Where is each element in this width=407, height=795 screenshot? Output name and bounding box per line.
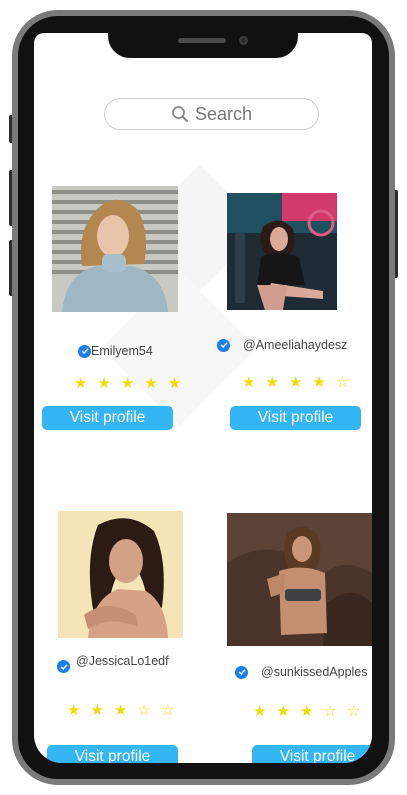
- star-empty-icon: ☆: [323, 703, 337, 720]
- username[interactable]: @sunkissedApples: [261, 665, 368, 679]
- profile-photo[interactable]: [227, 193, 337, 310]
- star-empty-icon: ☆: [346, 703, 361, 720]
- star-filled-icon: ★: [90, 702, 104, 719]
- star-filled-icon: ★: [67, 702, 81, 719]
- star-filled-icon: ★: [120, 375, 135, 392]
- star-rating: ★ ★ ★ ☆ ☆: [67, 703, 174, 718]
- phone-notch: [108, 28, 298, 58]
- username[interactable]: @Ameeliahaydesz: [243, 338, 347, 352]
- username-row: Emilyem54: [78, 344, 153, 358]
- star-filled-icon: ★: [312, 374, 326, 391]
- verified-badge-icon: [235, 665, 248, 679]
- app-mockup: Search Emilyem54 ★ ★ ★ ★ ★ Visit profile: [0, 0, 407, 795]
- verified-badge-icon: [57, 660, 70, 673]
- star-filled-icon: ★: [253, 703, 267, 720]
- star-rating: ★ ★ ★ ★ ☆: [242, 375, 349, 390]
- star-filled-icon: ★: [97, 375, 111, 392]
- profile-photo[interactable]: [227, 513, 372, 646]
- star-empty-icon: ☆: [137, 702, 151, 719]
- star-filled-icon: ★: [265, 374, 279, 391]
- username[interactable]: Emilyem54: [91, 344, 153, 358]
- star-filled-icon: ★: [113, 702, 128, 719]
- star-rating: ★ ★ ★ ☆ ☆: [253, 704, 360, 719]
- username-row: @Ameeliahaydesz: [217, 338, 347, 352]
- search-placeholder: Search: [194, 103, 253, 124]
- star-filled-icon: ★: [74, 375, 88, 392]
- profile-photo[interactable]: [52, 186, 178, 312]
- star-rating: ★ ★ ★ ★ ★: [74, 376, 181, 391]
- app-screen: Search Emilyem54 ★ ★ ★ ★ ★ Visit profile: [34, 33, 372, 763]
- visit-profile-button[interactable]: Visit profile: [230, 406, 361, 430]
- front-camera: [239, 36, 248, 45]
- star-filled-icon: ★: [167, 375, 182, 392]
- verified-badge-icon: [217, 338, 230, 352]
- username-row: @JessicaLo1edf: [57, 654, 169, 673]
- profile-photo[interactable]: [58, 511, 183, 638]
- visit-profile-button[interactable]: Visit profile: [252, 745, 372, 763]
- star-filled-icon: ★: [299, 703, 314, 720]
- username[interactable]: @JessicaLo1edf: [76, 654, 169, 668]
- verified-badge-icon: [78, 344, 91, 358]
- visit-profile-button[interactable]: Visit profile: [47, 745, 178, 763]
- star-filled-icon: ★: [276, 703, 290, 720]
- star-empty-icon: ☆: [160, 702, 175, 719]
- search-bar[interactable]: Search: [104, 98, 319, 130]
- star-filled-icon: ★: [242, 374, 256, 391]
- username-row: @sunkissedApples: [235, 665, 368, 679]
- star-empty-icon: ☆: [335, 374, 350, 391]
- visit-profile-button[interactable]: Visit profile: [42, 406, 173, 430]
- earpiece-speaker: [178, 38, 226, 43]
- search-icon: [171, 105, 189, 123]
- star-filled-icon: ★: [144, 375, 158, 392]
- star-filled-icon: ★: [288, 374, 303, 391]
